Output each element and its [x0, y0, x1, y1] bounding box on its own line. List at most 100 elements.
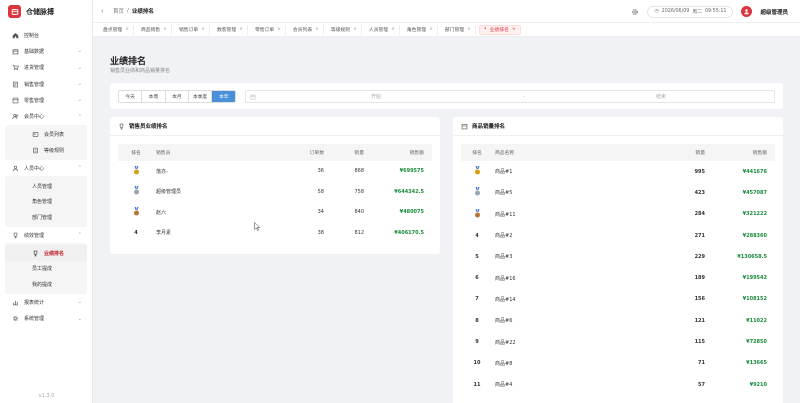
sidebar-item-sales[interactable]: 销售管理 ⌄	[0, 76, 92, 92]
range-separator: -	[523, 93, 525, 100]
date-range-picker[interactable]: 开始 - 结束	[245, 90, 775, 103]
period-today-button[interactable]: 今天	[119, 91, 143, 102]
settings-icon[interactable]	[630, 7, 639, 16]
sidebar-item-retail[interactable]: 零售管理 ⌄	[0, 92, 92, 108]
tab-label: 部门管理	[444, 28, 465, 33]
member-submenu: 会员列表 等级规则	[5, 124, 87, 160]
rank-cell: 5	[475, 253, 479, 260]
tab-item[interactable]: 盘点管理 ×	[99, 24, 134, 35]
tab-item[interactable]: 角色管理 ×	[403, 24, 438, 35]
close-icon[interactable]: ×	[125, 27, 129, 32]
bronze-medal-icon	[474, 208, 481, 218]
close-icon[interactable]: ×	[467, 27, 471, 32]
start-date-input[interactable]: 开始	[346, 93, 406, 100]
sidebar-item-dashboard[interactable]: 控制台	[0, 27, 92, 43]
close-icon[interactable]: ×	[353, 27, 357, 32]
app-logo[interactable]: 仓储脉搏	[0, 0, 92, 23]
tab-item[interactable]: 会员列表 ×	[289, 24, 324, 35]
clock-icon: ◷	[654, 9, 659, 14]
table-header-row: 排名 销售员 订单数 销量 销售额	[118, 144, 432, 161]
sidebar-item-purchase[interactable]: 进货管理 ⌄	[0, 60, 92, 76]
period-year-button[interactable]: 本年	[212, 91, 236, 102]
tab-item[interactable]: 部门管理 ×	[441, 24, 476, 35]
column-header: 订单数	[309, 151, 324, 156]
breadcrumb-home[interactable]: 首页	[113, 7, 124, 15]
product-name: 商品#22	[495, 339, 516, 346]
table-row: 赵六 34 840 ¥480075	[118, 202, 432, 223]
sales-rank-table: 排名 销售员 订单数 销量 销售额 落亦- 36 868 ¥699575 超级管…	[118, 144, 432, 243]
avatar[interactable]	[741, 6, 753, 17]
end-date-input[interactable]: 结束	[631, 93, 691, 100]
period-quarter-button[interactable]: 本季度	[188, 91, 213, 102]
sidebar-item-departments[interactable]: 部门管理	[5, 209, 87, 225]
amount-cell: ¥108152	[742, 296, 767, 303]
sidebar-item-sales-rank[interactable]: 业绩排名	[5, 245, 87, 261]
sidebar: 仓储脉搏 控制台 基础数据 ⌄ 进货管理 ⌄ 销售管理 ⌄ 零售管理 ⌄ 会员中…	[0, 0, 93, 403]
rank-cell: 4	[475, 232, 479, 239]
tab-item[interactable]: 零售订单 ×	[251, 24, 286, 35]
rank-cell	[461, 204, 493, 225]
salesperson-name: 超级管理员	[156, 189, 182, 196]
column-header: 销量	[695, 151, 705, 156]
close-icon[interactable]: ×	[277, 27, 281, 32]
qty-cell: 840	[354, 209, 364, 216]
sidebar-item-staff-commission[interactable]: 员工提成	[5, 261, 87, 277]
chevron-down-icon: ⌄	[77, 81, 82, 88]
sidebar-item-level-rules[interactable]: 等级规则	[5, 142, 87, 158]
rank-cell	[118, 182, 154, 203]
column-header: 排名	[131, 151, 141, 156]
close-icon[interactable]: ×	[391, 27, 395, 32]
period-week-button[interactable]: 本周	[142, 91, 166, 102]
tab-label: 数客管理	[216, 28, 237, 33]
receipt-icon	[12, 81, 19, 88]
product-name: 商品#3	[495, 254, 513, 261]
close-icon[interactable]: ×	[429, 27, 433, 32]
product-name: 商品#5	[495, 190, 513, 197]
sidebar-item-member-center[interactable]: 会员中心 ⌃	[0, 108, 92, 124]
breadcrumb-separator: /	[127, 8, 129, 14]
sidebar-item-my-commission[interactable]: 我的提成	[5, 277, 87, 293]
table-row: 落亦- 36 868 ¥699575	[118, 161, 432, 182]
orders-cell: 36	[317, 168, 324, 175]
product-name: 商品#14	[495, 296, 516, 303]
product-name: 商品#4	[495, 382, 513, 389]
tab-item[interactable]: 人员管理 ×	[365, 24, 400, 35]
amount-cell: ¥9210	[749, 381, 767, 388]
tab-item[interactable]: 销售订单 ×	[175, 24, 210, 35]
table-row: 超级管理员 58 758 ¥644342.5	[118, 182, 432, 203]
close-icon[interactable]: ×	[239, 27, 243, 32]
sidebar-item-performance[interactable]: 绩效管理 ⌃	[0, 227, 92, 243]
product-rank-header: 商品销量排名	[453, 117, 783, 136]
sidebar-item-staff[interactable]: 人员管理	[5, 178, 87, 194]
tab-item[interactable]: 等级规则 ×	[327, 24, 362, 35]
amount-cell: ¥480075	[399, 209, 424, 216]
collapse-sidebar-icon[interactable]: ‹	[101, 7, 109, 15]
salesperson-name: 赵六	[156, 209, 167, 216]
tab-item[interactable]: 商品销售 ×	[137, 24, 172, 35]
sidebar-item-reports[interactable]: 报表统计 ⌄	[0, 294, 92, 310]
sidebar-item-label: 会员列表	[44, 132, 65, 139]
period-month-button[interactable]: 本月	[165, 91, 189, 102]
sidebar-item-system[interactable]: 系统管理 ⌄	[0, 310, 92, 326]
sidebar-item-roles[interactable]: 角色管理	[5, 194, 87, 210]
amount-cell: ¥406170.5	[394, 229, 424, 236]
close-icon[interactable]: ×	[201, 27, 205, 32]
sidebar-item-label: 零售管理	[24, 97, 45, 104]
sidebar-item-member-list[interactable]: 会员列表	[5, 127, 87, 143]
orders-cell: 58	[317, 188, 324, 195]
salesperson-name: 落亦-	[156, 168, 168, 175]
close-icon[interactable]: ×	[315, 27, 319, 32]
product-name: 商品#16	[495, 275, 516, 282]
tab-active[interactable]: • 业绩排名 ×	[478, 24, 521, 35]
product-rank-table: 排名 商品名称 销量 销售额 商品#1 995 ¥441676 商品#5 423	[461, 144, 775, 395]
qty-cell: 423	[694, 189, 705, 196]
tab-item[interactable]: 数客管理 ×	[213, 24, 248, 35]
sidebar-item-hr-center[interactable]: 人员中心 ⌃	[0, 160, 92, 176]
sidebar-item-base-data[interactable]: 基础数据 ⌄	[0, 43, 92, 59]
username[interactable]: 超级管理员	[760, 8, 788, 16]
table-row: 8 商品#6 121 ¥11022	[461, 310, 775, 331]
close-icon[interactable]: ×	[512, 27, 516, 32]
tab-label: 等级规则	[330, 28, 351, 33]
amount-cell: ¥11022	[746, 317, 767, 324]
close-icon[interactable]: ×	[163, 27, 167, 32]
